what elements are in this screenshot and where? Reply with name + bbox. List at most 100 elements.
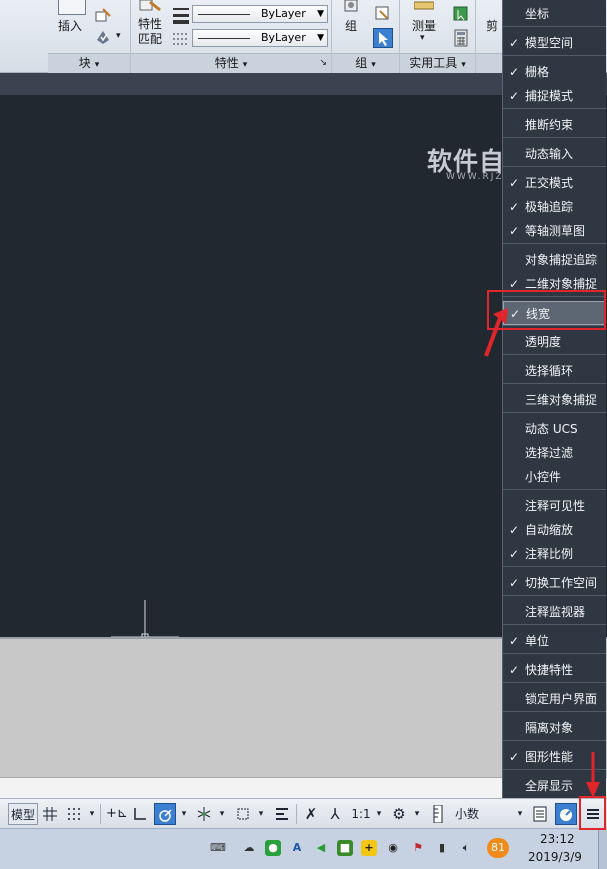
- ungroup-icon[interactable]: [374, 5, 392, 23]
- menu-separator: [503, 137, 606, 138]
- block-attribute-icon[interactable]: [94, 28, 112, 46]
- speaker-green-icon[interactable]: ◀: [313, 840, 329, 856]
- menu-item[interactable]: ✓ 栅格: [503, 60, 606, 84]
- grid-icon[interactable]: [41, 803, 59, 825]
- menu-item[interactable]: 坐标: [503, 2, 606, 26]
- network-signal-icon[interactable]: ▮: [434, 840, 450, 856]
- menu-item[interactable]: 对象捕捉追踪: [503, 248, 606, 272]
- units-select[interactable]: 小数: [447, 803, 517, 825]
- clock-date[interactable]: 2019/3/9: [528, 850, 582, 864]
- ortho-icon[interactable]: [131, 803, 149, 825]
- menu-item[interactable]: ✓ 正交模式: [503, 171, 606, 195]
- isodraft-icon[interactable]: [194, 803, 214, 825]
- measure-icon[interactable]: [413, 0, 435, 14]
- menu-item[interactable]: 注释可见性: [503, 494, 606, 518]
- menu-item[interactable]: 小控件: [503, 465, 606, 489]
- group-icon[interactable]: [342, 0, 362, 14]
- menu-item[interactable]: 锁定用户界面: [503, 687, 606, 711]
- workspace-dropdown-icon[interactable]: ▾: [411, 803, 423, 825]
- clipboard-button-label[interactable]: 剪: [486, 17, 498, 34]
- match-properties-icon[interactable]: [138, 0, 162, 14]
- insert-block-icon[interactable]: [58, 0, 86, 15]
- properties-panel-label[interactable]: 特性 ▾ ↘: [131, 53, 331, 73]
- dialog-launcher-icon[interactable]: ↘: [319, 54, 327, 73]
- autodesk-icon[interactable]: A: [289, 840, 305, 856]
- edit-block-icon[interactable]: [94, 6, 112, 24]
- isodraft-dropdown-icon[interactable]: ▾: [216, 803, 228, 825]
- menu-item[interactable]: 注释监视器: [503, 600, 606, 624]
- group-panel-label[interactable]: 组 ▾: [332, 53, 399, 73]
- menu-item-label: 注释可见性: [525, 499, 586, 513]
- lineweight-select[interactable]: ByLayer ▼: [192, 5, 328, 23]
- lineweight-display-icon[interactable]: [272, 803, 292, 825]
- linetype-icon[interactable]: [172, 30, 190, 48]
- group-selection-icon[interactable]: [373, 28, 393, 48]
- utilities-panel-label[interactable]: 实用工具 ▾: [400, 53, 475, 73]
- nvidia-icon[interactable]: ■: [337, 840, 353, 856]
- menu-item[interactable]: 隔离对象: [503, 716, 606, 740]
- object-snap-icon[interactable]: [233, 803, 253, 825]
- menu-item[interactable]: ✓ 模型空间: [503, 31, 606, 55]
- auto-scale-icon[interactable]: ⅄: [325, 803, 345, 825]
- cloud-icon[interactable]: ☁: [241, 840, 257, 856]
- annotation-visibility-icon[interactable]: ✗: [301, 803, 321, 825]
- quick-select-icon[interactable]: [452, 5, 470, 23]
- menu-item-label: 正交模式: [525, 176, 574, 190]
- scale-dropdown-icon[interactable]: ▾: [373, 803, 385, 825]
- group-button-label[interactable]: 组: [345, 17, 357, 34]
- menu-item[interactable]: 动态 UCS: [503, 417, 606, 441]
- menu-item[interactable]: ✓ 等轴测草图: [503, 219, 606, 243]
- polar-dropdown-icon[interactable]: ▾: [178, 803, 190, 825]
- menu-item-label: 动态 UCS: [525, 422, 578, 436]
- graphics-performance-icon[interactable]: [555, 803, 577, 825]
- block-attr-dropdown-icon[interactable]: ▾: [116, 31, 121, 41]
- show-desktop-button[interactable]: [598, 829, 607, 869]
- clock-time[interactable]: 23:12: [540, 832, 575, 846]
- lineweight-icon[interactable]: [172, 6, 190, 24]
- linetype-select[interactable]: ByLayer ▼: [192, 29, 328, 47]
- menu-item-label: 快捷特性: [525, 663, 574, 677]
- plus-app-icon[interactable]: +: [361, 840, 377, 856]
- volume-icon[interactable]: 🔈︎: [458, 840, 474, 856]
- flag-icon[interactable]: ⚑: [410, 840, 426, 856]
- menu-item[interactable]: ✓ 切换工作空间: [503, 571, 606, 595]
- menu-item[interactable]: 选择过滤: [503, 441, 606, 465]
- snap-dropdown-icon[interactable]: ▾: [86, 803, 98, 825]
- checkmark-icon: ✓: [508, 200, 520, 214]
- line-preview: [198, 38, 250, 39]
- menu-item[interactable]: ✓ 极轴追踪: [503, 195, 606, 219]
- menu-item[interactable]: 推断约束: [503, 113, 606, 137]
- checkmark-icon: ✓: [508, 224, 520, 238]
- wechat-icon[interactable]: ●: [265, 840, 281, 856]
- qq-icon[interactable]: ◉: [385, 840, 401, 856]
- menu-item[interactable]: 三维对象捕捉: [503, 388, 606, 412]
- quick-properties-icon[interactable]: [531, 803, 549, 825]
- model-space-button[interactable]: 模型: [8, 803, 38, 825]
- units-dropdown-icon[interactable]: ▾: [514, 803, 526, 825]
- menu-item-label: 推断约束: [525, 118, 574, 132]
- measure-button-label[interactable]: 测量: [412, 17, 436, 34]
- menu-item[interactable]: ✓ 自动缩放: [503, 518, 606, 542]
- units-ruler-icon[interactable]: [431, 803, 445, 825]
- checkmark-icon: ✓: [508, 576, 520, 590]
- keyboard-icon[interactable]: ⌨: [210, 840, 226, 856]
- annotation-scale-button[interactable]: 1:1: [350, 803, 372, 825]
- notification-badge[interactable]: 81: [487, 838, 509, 858]
- infer-constraints-icon[interactable]: +⊾: [106, 803, 128, 825]
- workspace-gear-icon[interactable]: ⚙: [389, 803, 409, 825]
- block-panel-label[interactable]: 块 ▾: [48, 53, 130, 73]
- object-snap-dropdown-icon[interactable]: ▾: [255, 803, 267, 825]
- menu-separator: [503, 489, 606, 490]
- menu-item[interactable]: ✓ 单位: [503, 629, 606, 653]
- match-properties-label[interactable]: 特性 匹配: [138, 17, 162, 47]
- menu-item[interactable]: ✓ 捕捉模式: [503, 84, 606, 108]
- menu-item[interactable]: 动态输入: [503, 142, 606, 166]
- menu-item[interactable]: ✓ 快捷特性: [503, 658, 606, 682]
- calculator-icon[interactable]: [452, 29, 470, 47]
- clipboard-panel-label[interactable]: [476, 53, 502, 73]
- polar-tracking-icon[interactable]: [154, 803, 176, 825]
- measure-dropdown-icon[interactable]: ▾: [420, 33, 425, 43]
- snap-icon[interactable]: [64, 803, 84, 825]
- insert-button-label[interactable]: 插入: [58, 17, 82, 34]
- menu-item[interactable]: ✓ 注释比例: [503, 542, 606, 566]
